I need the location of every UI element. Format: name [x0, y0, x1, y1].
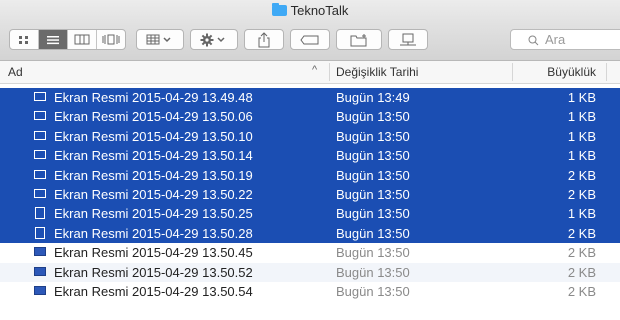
screenshot-file-icon — [34, 92, 46, 101]
file-list: Ekran Resmi 2015-04-29 13.49.48 Bugün 13:… — [0, 88, 620, 301]
file-date: Bugün 13:50 — [336, 283, 410, 299]
window-title: TeknoTalk — [0, 3, 620, 18]
cover-flow-icon[interactable] — [97, 30, 125, 49]
file-size: 1 KB — [567, 128, 596, 144]
screenshot-file-icon — [34, 150, 46, 160]
folder-icon — [271, 3, 287, 16]
file-size: 1 KB — [567, 206, 596, 222]
arrange-button[interactable] — [136, 29, 184, 50]
screenshot-file-icon — [34, 111, 46, 121]
icon-view-icon[interactable] — [10, 30, 39, 49]
new-folder-button[interactable] — [336, 29, 382, 50]
column-header: Ad ^ Değişiklik Tarihi Büyüklük — [0, 61, 620, 84]
column-view-icon[interactable] — [68, 30, 97, 49]
title-bar: TeknoTalk — [0, 0, 620, 22]
screenshot-file-icon — [34, 266, 46, 276]
view-mode-selector[interactable] — [9, 29, 126, 50]
file-size: 1 KB — [567, 148, 596, 164]
connect-button[interactable] — [388, 29, 428, 50]
file-date: Bugün 13:50 — [336, 128, 410, 144]
sort-indicator: ^ — [312, 64, 318, 76]
column-divider[interactable] — [329, 63, 330, 81]
file-size: 2 KB — [567, 186, 596, 202]
file-date: Bugün 13:50 — [336, 167, 410, 183]
share-button[interactable] — [244, 29, 284, 50]
file-name: Ekran Resmi 2015-04-29 13.50.22 — [54, 186, 253, 202]
file-row[interactable]: Ekran Resmi 2015-04-29 13.50.14 Bugün 13:… — [0, 146, 620, 166]
file-row[interactable]: Ekran Resmi 2015-04-29 13.50.45 Bugün 13:… — [0, 243, 620, 262]
action-button[interactable] — [190, 29, 238, 50]
file-size: 1 KB — [567, 90, 596, 105]
file-name: Ekran Resmi 2015-04-29 13.50.19 — [54, 167, 253, 183]
column-divider[interactable] — [606, 63, 607, 81]
search-placeholder: Ara — [545, 32, 566, 47]
tag-button[interactable] — [290, 29, 330, 50]
share-icon — [258, 31, 270, 47]
search-field[interactable]: Ara — [510, 29, 620, 50]
file-name: Ekran Resmi 2015-04-29 13.50.45 — [54, 245, 253, 261]
gear-icon — [200, 33, 225, 46]
file-row[interactable]: Ekran Resmi 2015-04-29 13.50.19 Bugün 13:… — [0, 165, 620, 185]
file-row[interactable]: Ekran Resmi 2015-04-29 13.50.52 Bugün 13:… — [0, 262, 620, 282]
file-name: Ekran Resmi 2015-04-29 13.50.54 — [54, 283, 253, 299]
file-name: Ekran Resmi 2015-04-29 13.49.48 — [54, 90, 253, 105]
screenshot-file-icon — [34, 188, 46, 198]
file-name: Ekran Resmi 2015-04-29 13.50.28 — [54, 225, 253, 241]
file-name: Ekran Resmi 2015-04-29 13.50.14 — [54, 148, 253, 164]
file-size: 2 KB — [567, 245, 596, 261]
file-name: Ekran Resmi 2015-04-29 13.50.52 — [54, 264, 253, 280]
file-date: Bugün 13:49 — [336, 90, 410, 105]
column-header-name[interactable]: Ad — [8, 65, 23, 79]
file-date: Bugün 13:50 — [336, 206, 410, 222]
connect-icon — [400, 33, 416, 45]
toolbar: Ara — [0, 22, 620, 61]
file-name: Ekran Resmi 2015-04-29 13.50.10 — [54, 128, 253, 144]
column-divider[interactable] — [512, 63, 513, 81]
file-row[interactable]: Ekran Resmi 2015-04-29 13.50.25 Bugün 13:… — [0, 204, 620, 224]
screenshot-file-icon — [34, 247, 46, 257]
file-size: 2 KB — [567, 264, 596, 280]
arrange-icon — [146, 34, 171, 44]
file-name: Ekran Resmi 2015-04-29 13.50.25 — [54, 206, 253, 222]
screenshot-file-icon — [35, 207, 45, 220]
file-row[interactable]: Ekran Resmi 2015-04-29 13.49.48 Bugün 13:… — [0, 88, 620, 108]
file-name: Ekran Resmi 2015-04-29 13.50.06 — [54, 109, 253, 125]
file-row[interactable]: Ekran Resmi 2015-04-29 13.50.28 Bugün 13:… — [0, 223, 620, 244]
file-size: 2 KB — [567, 283, 596, 299]
new-folder-icon — [350, 33, 367, 46]
screenshot-file-icon — [34, 169, 46, 179]
list-view-icon[interactable] — [39, 30, 68, 49]
file-row[interactable]: Ekran Resmi 2015-04-29 13.50.10 Bugün 13:… — [0, 126, 620, 147]
column-header-size[interactable]: Büyüklük — [518, 65, 596, 79]
column-header-date[interactable]: Değişiklik Tarihi — [336, 65, 418, 79]
file-date: Bugün 13:50 — [336, 245, 410, 261]
file-row[interactable]: Ekran Resmi 2015-04-29 13.50.06 Bugün 13:… — [0, 107, 620, 127]
file-row[interactable]: Ekran Resmi 2015-04-29 13.50.22 Bugün 13:… — [0, 184, 620, 205]
window-title-label: TeknoTalk — [290, 3, 349, 18]
file-date: Bugün 13:50 — [336, 225, 410, 241]
file-date: Bugün 13:50 — [336, 186, 410, 202]
file-size: 2 KB — [567, 225, 596, 241]
screenshot-file-icon — [35, 226, 45, 239]
search-icon — [528, 35, 539, 46]
file-date: Bugün 13:50 — [336, 148, 410, 164]
tag-icon — [300, 35, 319, 44]
file-date: Bugün 13:50 — [336, 264, 410, 280]
screenshot-file-icon — [34, 130, 46, 140]
file-row[interactable]: Ekran Resmi 2015-04-29 13.50.54 Bugün 13:… — [0, 282, 620, 301]
file-size: 2 KB — [567, 167, 596, 183]
file-date: Bugün 13:50 — [336, 109, 410, 125]
screenshot-file-icon — [34, 285, 46, 295]
file-size: 1 KB — [567, 109, 596, 125]
